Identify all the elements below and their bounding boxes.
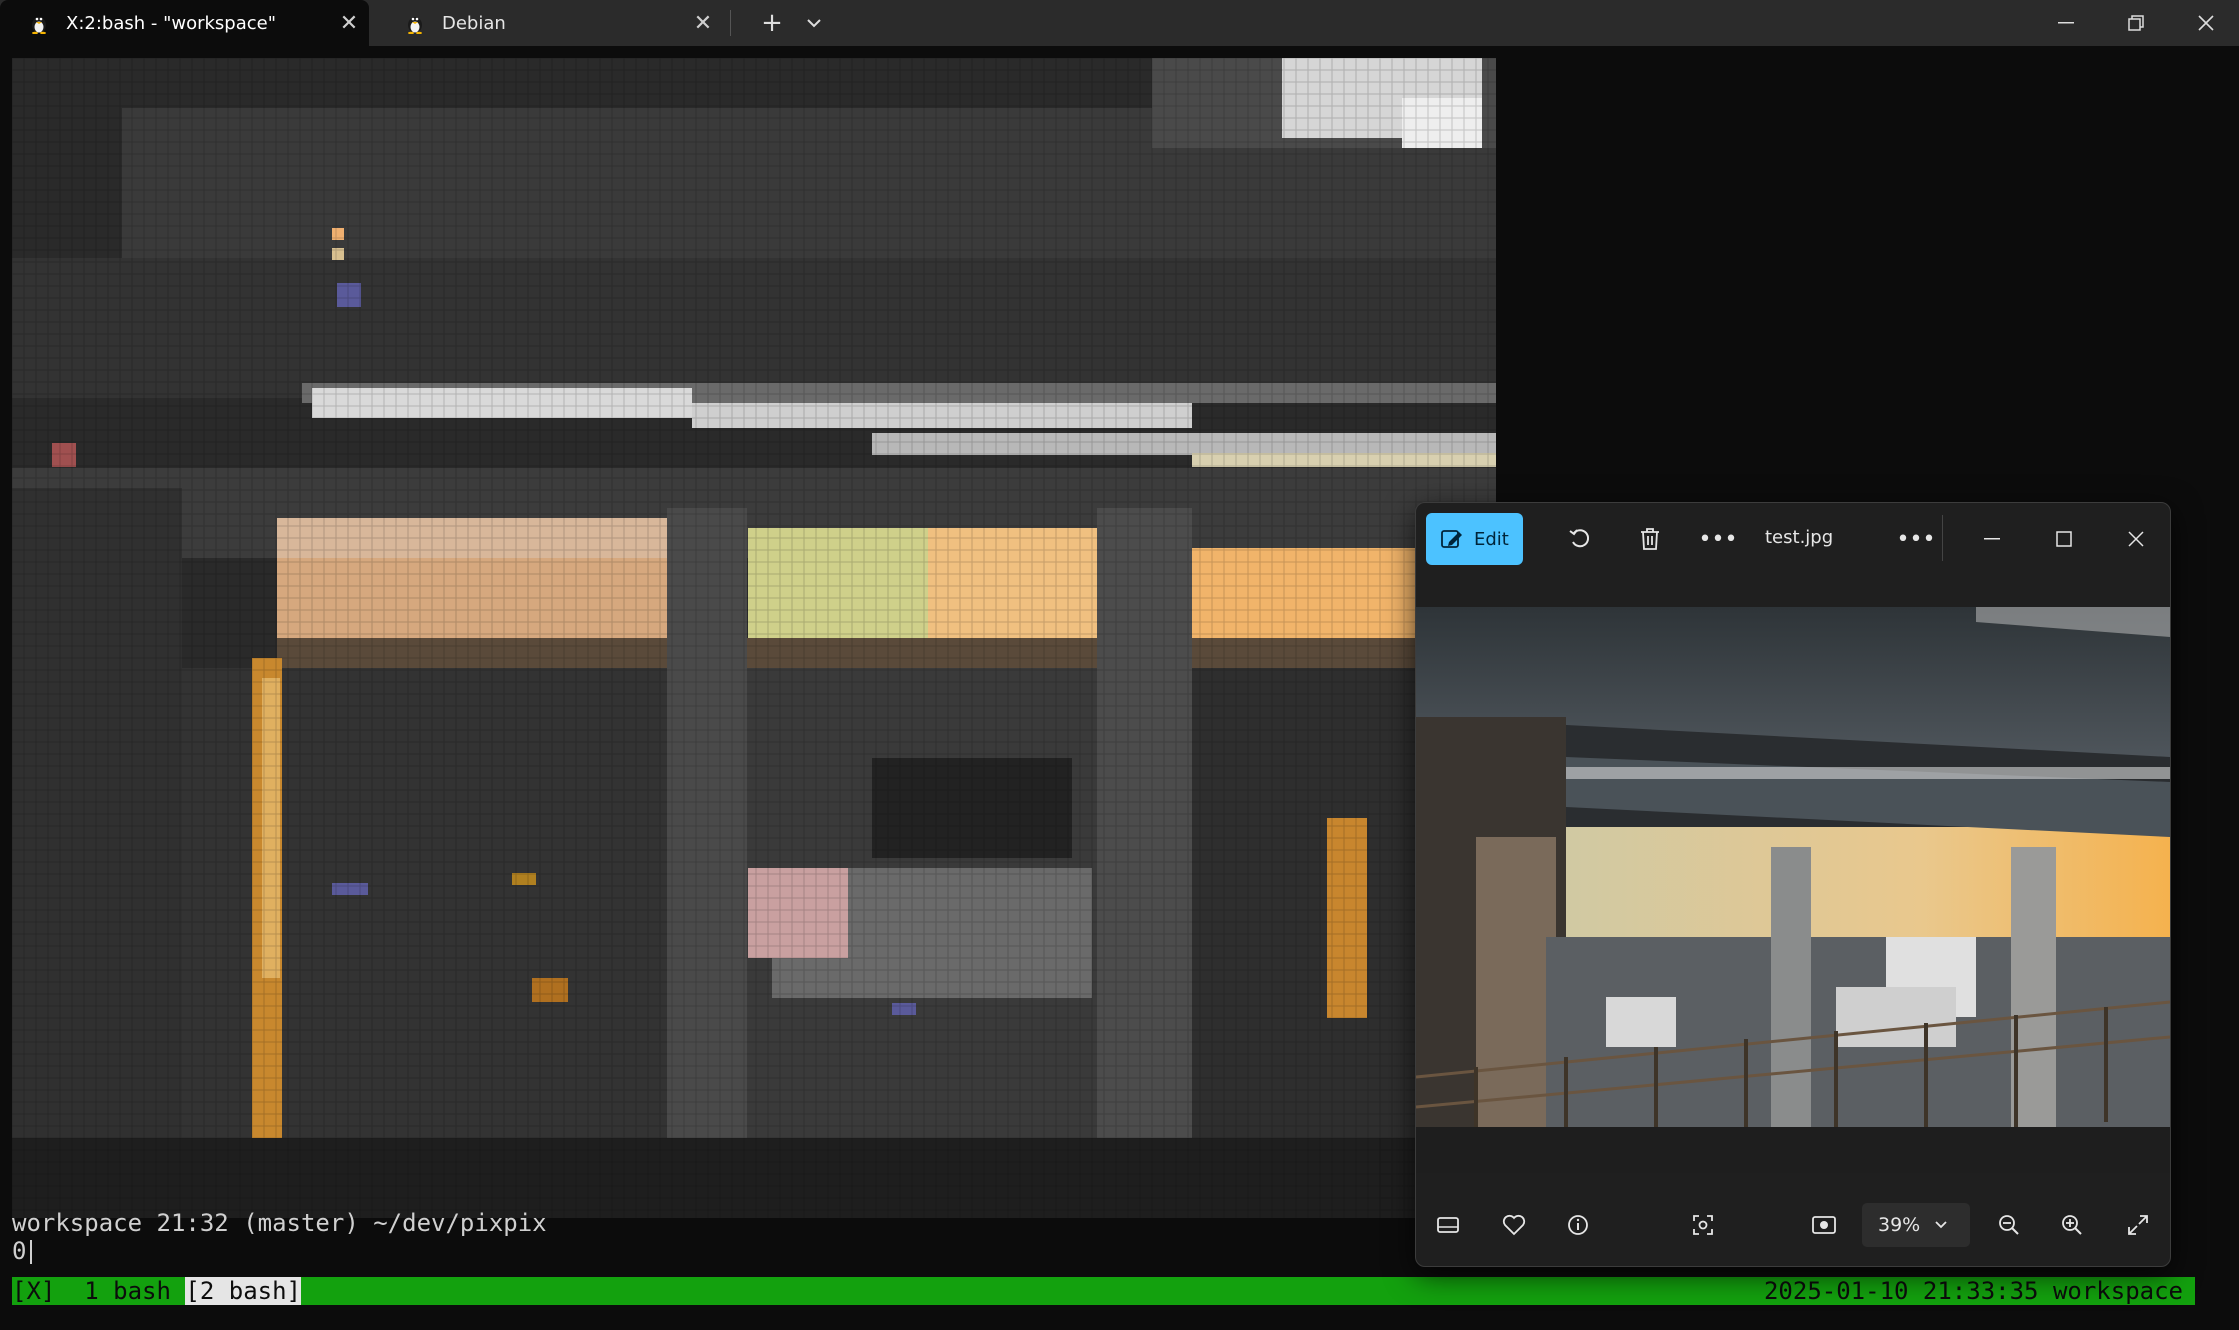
close-icon[interactable]: ✕	[683, 11, 723, 36]
tab-title: Debian	[442, 12, 506, 34]
actual-size-icon[interactable]	[1804, 1205, 1844, 1245]
shell-output-line[interactable]: 0	[12, 1237, 33, 1265]
tmux-session-marker: [X]	[12, 1277, 56, 1305]
more-icon[interactable]: •••	[1896, 519, 1936, 559]
tab-divider	[730, 10, 731, 36]
edit-button[interactable]: Edit	[1426, 513, 1523, 565]
tmux-clock: 2025-01-10 21:33:35 workspace	[1763, 1277, 2183, 1305]
tmux-window-1[interactable]: 1 bash	[70, 1277, 186, 1305]
zoom-in-icon[interactable]	[2052, 1205, 2092, 1245]
tab-debian[interactable]: Debian ✕	[376, 0, 723, 46]
delete-icon[interactable]	[1630, 519, 1670, 559]
minimize-button[interactable]	[1972, 519, 2012, 559]
shell-prompt: workspace 21:32 (master) ~/dev/pixpix	[12, 1209, 547, 1237]
more-options-icon[interactable]: •••	[1698, 519, 1738, 559]
chevron-down-icon	[1935, 1221, 1947, 1229]
tmux-window-2[interactable]: [2 bash]	[185, 1277, 301, 1305]
toolbar-divider	[1942, 515, 1943, 561]
tux-icon	[408, 17, 422, 34]
file-name: test.jpg	[1765, 527, 1834, 548]
title-bar: X:2:bash - "workspace" ✕ Debian ✕ +	[0, 0, 2239, 46]
tux-icon	[32, 17, 46, 34]
chevron-down-icon[interactable]	[796, 0, 832, 46]
photos-toolbar: Edit ••• test.jpg •••	[1416, 503, 2170, 607]
maximize-button[interactable]	[2044, 519, 2084, 559]
tab-title: X:2:bash - "workspace"	[66, 12, 277, 34]
pixel-art-render	[12, 58, 1496, 1218]
close-window-button[interactable]	[2116, 519, 2156, 559]
close-window-button[interactable]	[2172, 0, 2239, 46]
photos-bottom-bar: 39%	[1416, 1195, 2170, 1255]
zoom-value: 39%	[1878, 1214, 1921, 1236]
visual-search-icon[interactable]	[1683, 1205, 1723, 1245]
shell-output: 0	[12, 1237, 27, 1265]
close-icon[interactable]: ✕	[329, 11, 369, 36]
photos-viewer-window: Edit ••• test.jpg ••• 39%	[1415, 502, 2171, 1267]
photo-preview[interactable]	[1416, 607, 2170, 1173]
tmux-status-bar: [X] 1 bash [2 bash] 2025-01-10 21:33:35 w…	[12, 1277, 2195, 1305]
edit-icon	[1441, 530, 1462, 548]
filmstrip-icon[interactable]	[1428, 1205, 1468, 1245]
restore-button[interactable]	[2102, 0, 2170, 46]
fullscreen-icon[interactable]	[2118, 1205, 2158, 1245]
text-cursor	[30, 1240, 33, 1264]
new-tab-button[interactable]: +	[752, 0, 792, 46]
zoom-dropdown[interactable]: 39%	[1862, 1203, 1970, 1247]
edit-label: Edit	[1474, 528, 1509, 550]
tab-workspace[interactable]: X:2:bash - "workspace" ✕	[0, 0, 369, 46]
minimize-button[interactable]	[2032, 0, 2100, 46]
heart-icon[interactable]	[1494, 1205, 1534, 1245]
zoom-out-icon[interactable]	[1989, 1205, 2029, 1245]
info-icon[interactable]	[1558, 1205, 1598, 1245]
rotate-icon[interactable]	[1560, 519, 1600, 559]
